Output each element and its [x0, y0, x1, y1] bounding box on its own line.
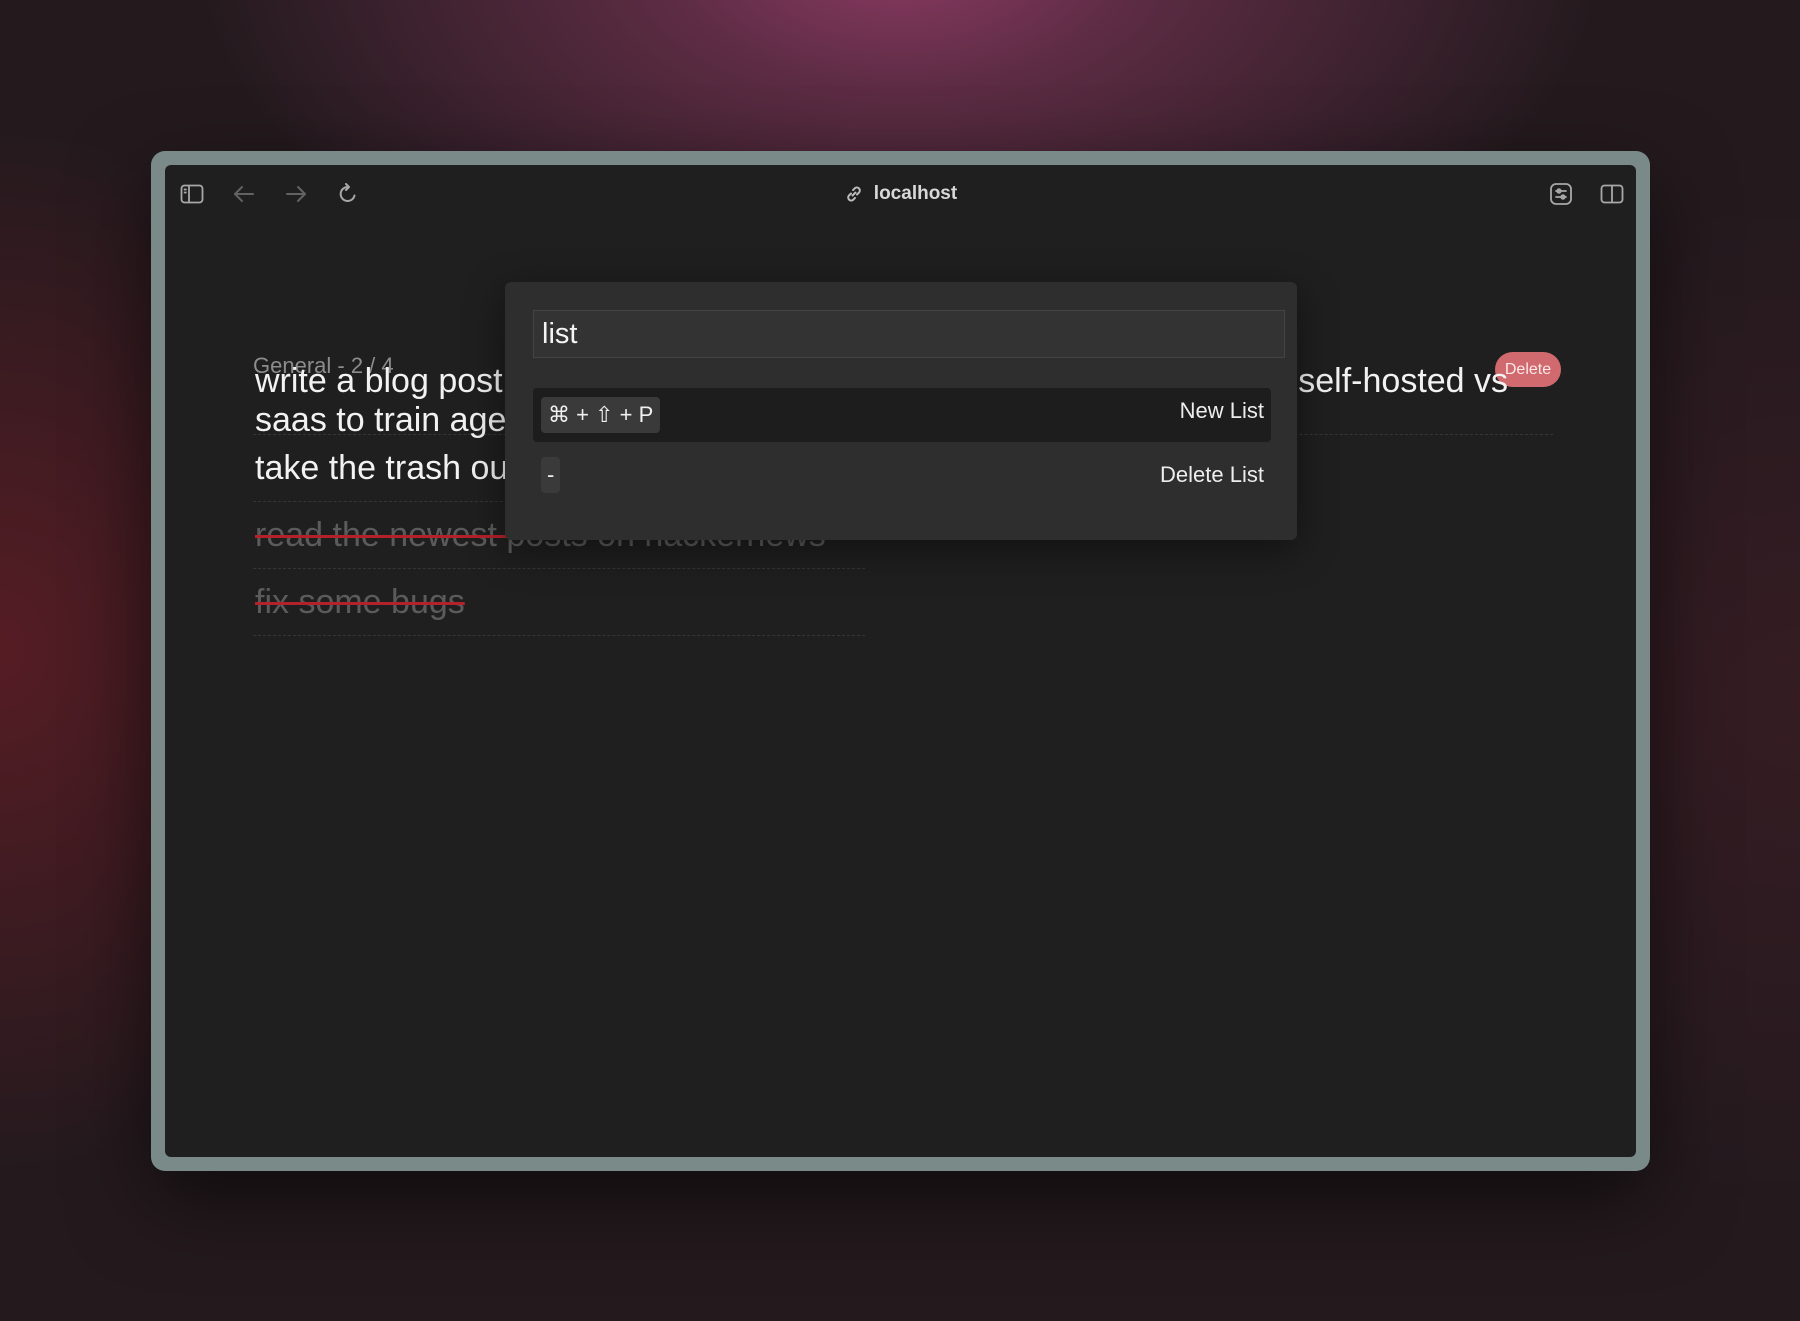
todo-item-text: fix some bugs [255, 582, 465, 621]
command-new-list[interactable]: ⌘ + ⇧ + P New List [533, 388, 1271, 442]
todo-item[interactable]: take the trash out [253, 435, 518, 502]
command-label: Delete List [1160, 462, 1264, 487]
browser-toolbar: localhost [165, 165, 1636, 223]
command-palette: ⌘ + ⇧ + P New List - Delete List [505, 282, 1297, 540]
browser-content: localhost General - 2 / 4 Delete write a… [165, 165, 1636, 1157]
browser-window: localhost General - 2 / 4 Delete write a… [151, 151, 1650, 1171]
split-view-icon[interactable] [1599, 182, 1625, 206]
command-delete-list[interactable]: - Delete List [533, 448, 1271, 502]
command-search-input[interactable] [533, 310, 1285, 358]
command-label: New List [1179, 398, 1264, 423]
address-bar[interactable]: localhost [165, 183, 1636, 205]
shortcut-badge: - [541, 457, 561, 493]
extension-icon[interactable] [1548, 182, 1574, 206]
todo-item-completed[interactable]: fix some bugs [253, 569, 865, 636]
link-icon [844, 184, 864, 204]
shortcut-badge: ⌘ + ⇧ + P [541, 397, 661, 433]
address-text: localhost [873, 183, 958, 204]
todo-item-text: take the trash out [255, 448, 518, 487]
